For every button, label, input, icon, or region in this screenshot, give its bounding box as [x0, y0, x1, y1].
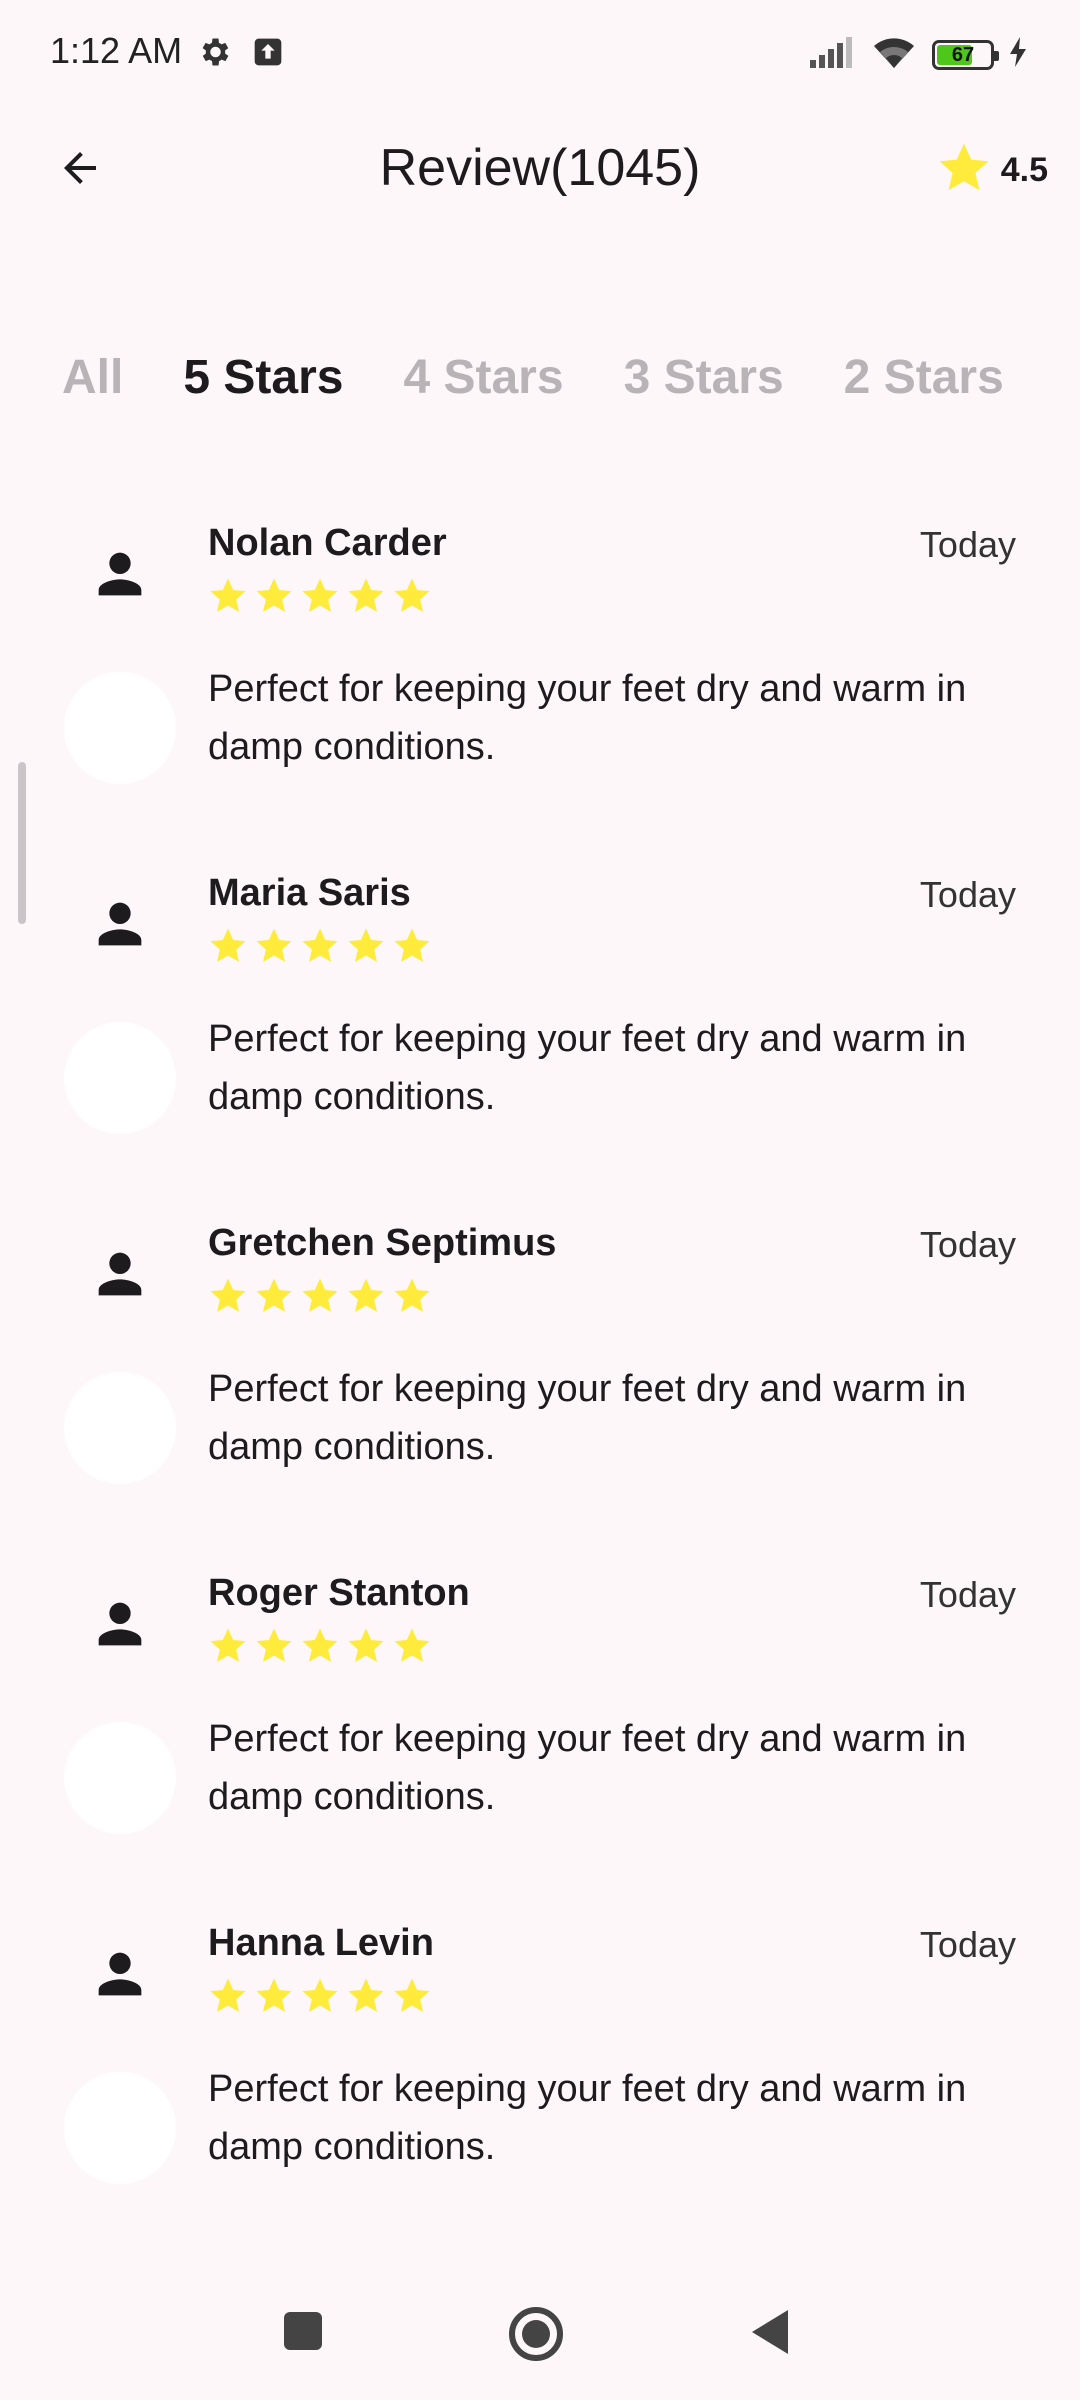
avatar: [64, 1372, 176, 1484]
tab-2-stars[interactable]: 2 Stars: [844, 350, 1004, 405]
person-icon: [88, 1592, 152, 1656]
review-item: Roger Stanton Today Perfect for keeping …: [0, 1572, 1080, 1872]
star-rating: [208, 1626, 432, 1671]
review-text: Perfect for keeping your feet dry and wa…: [208, 668, 967, 768]
star-icon: [254, 1276, 294, 1321]
star-icon: [392, 1976, 432, 2021]
star-icon: [392, 926, 432, 971]
reviewer-name: Gretchen Septimus: [208, 1222, 557, 1264]
rating-value: 4.5: [1000, 151, 1048, 189]
avatar: [64, 2072, 176, 2184]
star-icon: [392, 1626, 432, 1671]
home-icon[interactable]: [506, 2304, 566, 2369]
recent-apps-icon[interactable]: [280, 2308, 326, 2359]
upload-icon: [252, 36, 284, 73]
wifi-icon: [870, 34, 918, 75]
star-icon: [300, 926, 340, 971]
star-icon: [300, 576, 340, 621]
settings-gear-icon: [196, 34, 232, 75]
back-triangle-icon[interactable]: [748, 2308, 792, 2361]
battery-icon: 67: [932, 39, 999, 70]
status-icons-right: 67: [808, 34, 1028, 75]
system-nav-bar: [0, 2270, 1080, 2400]
battery-level: 67: [951, 43, 975, 66]
review-text: Perfect for keeping your feet dry and wa…: [208, 1718, 967, 1818]
reviewer-name: Hanna Levin: [208, 1922, 434, 1964]
review-date: Today: [919, 1224, 1016, 1265]
star-rating: [208, 576, 432, 621]
star-icon: [346, 1626, 386, 1671]
person-icon: [88, 1942, 152, 2006]
reviewer-name: Roger Stanton: [208, 1572, 470, 1614]
star-icon: [254, 576, 294, 621]
review-date: Today: [919, 524, 1016, 565]
review-item: Nolan Carder Today Perfect for keeping y…: [0, 522, 1080, 822]
star-icon: [254, 1626, 294, 1671]
star-icon: [300, 1626, 340, 1671]
app-bar: Review(1045) 4.5: [0, 110, 1080, 230]
review-text: Perfect for keeping your feet dry and wa…: [208, 1368, 967, 1468]
star-icon: [208, 1976, 248, 2021]
star-rating: [208, 926, 432, 971]
star-rating: [208, 1276, 432, 1321]
star-icon: [254, 1976, 294, 2021]
review-date: Today: [919, 1574, 1016, 1615]
star-icon: [346, 926, 386, 971]
star-rating: [208, 1976, 432, 2021]
star-icon: [346, 1976, 386, 2021]
star-icon: [254, 926, 294, 971]
star-icon: [392, 1276, 432, 1321]
review-item: Hanna Levin Today Perfect for keeping yo…: [0, 1922, 1080, 2222]
star-icon: [346, 576, 386, 621]
star-icon: [208, 1626, 248, 1671]
reviewer-name: Nolan Carder: [208, 522, 447, 564]
star-icon: [300, 1276, 340, 1321]
tab-all[interactable]: All: [62, 350, 123, 405]
status-icons-left: [196, 34, 284, 75]
person-icon: [88, 1242, 152, 1306]
page-title: Review(1045): [379, 139, 701, 197]
avatar: [64, 672, 176, 784]
signal-icon: [808, 36, 856, 73]
person-icon: [88, 542, 152, 606]
avatar: [64, 1022, 176, 1134]
star-icon: [208, 1276, 248, 1321]
status-bar: 1:12 AM 67: [0, 0, 1080, 110]
review-date: Today: [919, 1924, 1016, 1965]
charging-bolt-icon: [1008, 37, 1028, 72]
avatar: [64, 1722, 176, 1834]
star-icon: [208, 576, 248, 621]
review-item: Maria Saris Today Perfect for keeping yo…: [0, 872, 1080, 1172]
review-date: Today: [919, 874, 1016, 915]
reviewer-name: Maria Saris: [208, 872, 411, 914]
review-text: Perfect for keeping your feet dry and wa…: [208, 2068, 967, 2168]
rating-filter-tabs: All 5 Stars 4 Stars 3 Stars 2 Stars: [62, 350, 1004, 405]
person-icon: [88, 892, 152, 956]
star-icon: [935, 140, 993, 201]
rating-summary: 4.5: [935, 140, 1048, 201]
tab-4-stars[interactable]: 4 Stars: [403, 350, 563, 405]
star-icon: [208, 926, 248, 971]
review-item: Gretchen Septimus Today Perfect for keep…: [0, 1222, 1080, 1522]
star-icon: [392, 576, 432, 621]
star-icon: [300, 1976, 340, 2021]
tab-3-stars[interactable]: 3 Stars: [624, 350, 784, 405]
battery-cap: [994, 50, 999, 61]
tab-5-stars[interactable]: 5 Stars: [183, 350, 343, 405]
status-time: 1:12 AM: [50, 30, 183, 71]
review-text: Perfect for keeping your feet dry and wa…: [208, 1018, 967, 1118]
star-icon: [346, 1276, 386, 1321]
